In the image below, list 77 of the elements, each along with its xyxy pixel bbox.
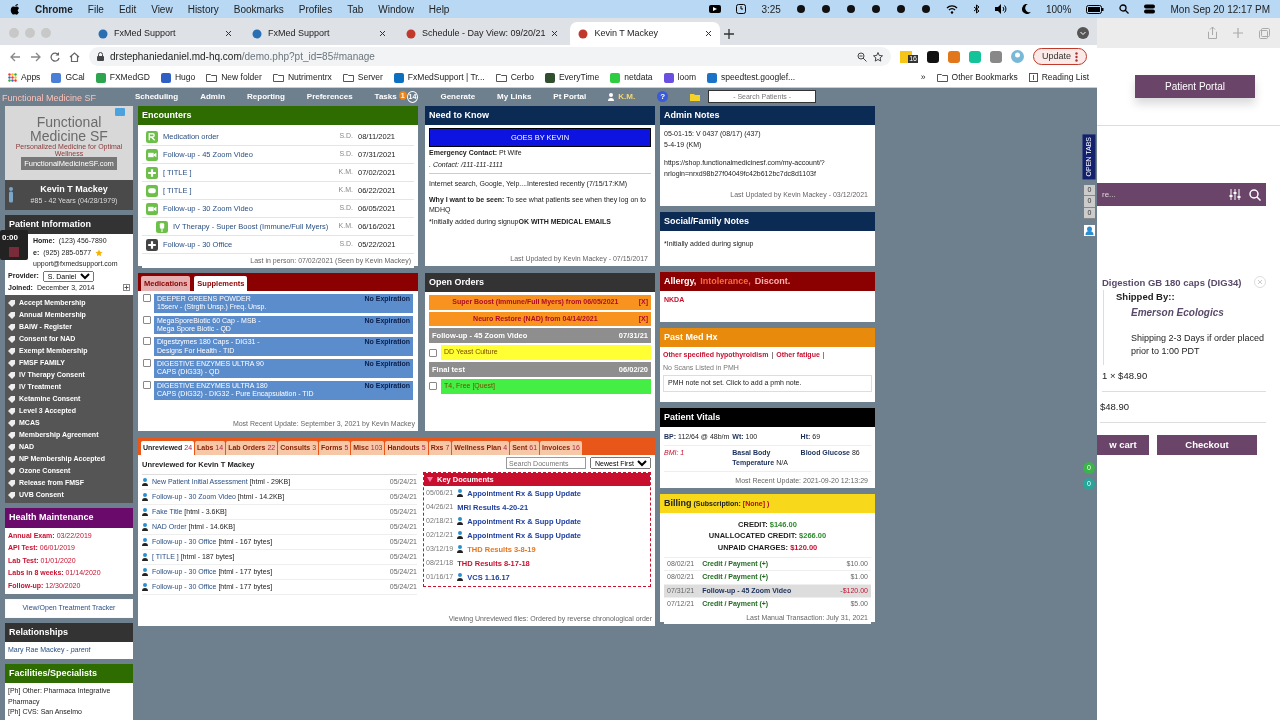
section-header: Encounters [138, 105, 418, 125]
section-header: Admin Notes [660, 105, 875, 125]
shipped-by-label: Shipped By:: [1116, 290, 1176, 305]
tab-title: FxMed Support [114, 26, 177, 40]
browser-tab[interactable]: FxMed Support [244, 22, 394, 45]
url-text: drstephaniedaniel.md-hq.com/demo.php?pt_id=85#manage [110, 50, 375, 64]
bookmark[interactable]: Apps [8, 71, 41, 84]
nav-link[interactable]: Generate [440, 90, 476, 103]
battery-text: 100% [1045, 2, 1072, 17]
logo-text: Medicine SF [30, 128, 108, 143]
bookmark[interactable]: EveryTime [544, 71, 600, 84]
tab-title: FxMed Support [268, 26, 331, 40]
section-header: Health Maintenance [5, 508, 133, 528]
more-bookmarks-button[interactable]: » [920, 71, 926, 84]
section-header: Allergy, Intolerance, Discont. [660, 271, 875, 291]
bookmark[interactable]: Cerbo [495, 71, 534, 84]
bookmark[interactable]: FXMedGD [95, 71, 150, 84]
bookmark[interactable]: Hugo [160, 71, 196, 84]
bookmark[interactable]: Nutrimentrx [272, 71, 332, 84]
section-header: Relationships [5, 622, 133, 642]
patient-name: Kevin T Mackey [39, 182, 109, 196]
menu-item[interactable]: File [87, 1, 104, 17]
menu-item[interactable]: Edit [118, 1, 137, 17]
section-header: Patient Information [5, 214, 133, 234]
menu-item[interactable]: Window [378, 1, 414, 17]
bookmark[interactable]: GCal [51, 71, 85, 84]
search-placeholder: re... [1102, 188, 1117, 201]
app-menu[interactable]: Chrome [35, 1, 73, 17]
view-cart-button[interactable]: w cart [1097, 435, 1149, 456]
bookmark[interactable]: Server [342, 71, 383, 84]
patient-portal-button[interactable]: Patient Portal [1135, 75, 1255, 98]
nav-link[interactable]: My Links [497, 90, 532, 103]
bookmark[interactable]: New folder [206, 71, 262, 84]
section-header: Open Orders [425, 272, 655, 292]
bookmark[interactable]: Other Bookmarks [936, 71, 1018, 84]
product-name[interactable]: Digestion GB 180 caps (DIG34) [1102, 276, 1254, 291]
menu-item[interactable]: Profiles [298, 1, 333, 17]
bookmark[interactable]: speedtest.googlef... [707, 71, 796, 84]
address-bar[interactable]: drstephaniedaniel.md-hq.com/demo.php?pt_id=85#manage [89, 47, 892, 66]
menu-item[interactable]: History [187, 1, 219, 17]
logo: Functional Medicine SF [1, 92, 98, 105]
tab-title: Schedule - Day View: 09/20/21 [422, 26, 546, 40]
checkout-button[interactable]: Checkout [1157, 435, 1257, 456]
nav-link[interactable]: Pt Portal [553, 90, 587, 103]
vendor-name: Emerson Ecologics [1130, 305, 1225, 320]
subtotal-amount: $48.90 [1100, 391, 1266, 423]
quantity-price: 1 × $48.90 [1102, 364, 1266, 392]
recording-timer: 0:00 [2, 231, 19, 244]
browser-tab[interactable]: FxMed Support [90, 22, 240, 45]
reading-list-button[interactable]: Reading List [1028, 71, 1089, 84]
nav-link[interactable]: Tasks [374, 90, 397, 103]
nav-link[interactable]: Admin [200, 90, 225, 103]
section-header: Past Med Hx [660, 327, 875, 347]
timer-text: 3:25 [761, 2, 781, 17]
menu-item[interactable]: Tab [347, 1, 364, 17]
logo-text: Functional [36, 114, 102, 129]
browser-tab[interactable]: Schedule - Day View: 09/20/21 [398, 22, 567, 45]
shipping-note: Shipping 2-3 Days if order placed prior to 1:00 PDT [1130, 331, 1266, 358]
nav-link[interactable]: Reporting [247, 90, 285, 103]
section-header: Need to Know [425, 105, 655, 125]
browser-tab[interactable]: Kevin T Mackey [570, 22, 721, 45]
menubar-clock: Mon Sep 20 12:17 PM [1170, 2, 1270, 17]
menu-item[interactable]: Bookmarks [233, 1, 284, 17]
tab-title: Kevin T Mackey [594, 26, 660, 40]
nav-link[interactable]: Scheduling [135, 90, 179, 103]
section-header: Patient Vitals [660, 407, 875, 427]
menu-item[interactable]: Help [428, 1, 450, 17]
menu-item[interactable]: View [151, 1, 173, 17]
bookmark[interactable]: FxMedSupport | Tr... [393, 71, 485, 84]
section-header: Facilities/Specialists [5, 663, 133, 683]
bookmark[interactable]: loom [663, 71, 696, 84]
update-button[interactable]: Update [1032, 47, 1087, 66]
section-header: Social/Family Notes [660, 211, 875, 231]
nav-link[interactable]: Preferences [306, 90, 353, 103]
bookmark[interactable]: netdata [610, 71, 653, 84]
product-search-bar[interactable]: re... [1097, 183, 1266, 206]
help-button[interactable]: ? [657, 91, 669, 103]
